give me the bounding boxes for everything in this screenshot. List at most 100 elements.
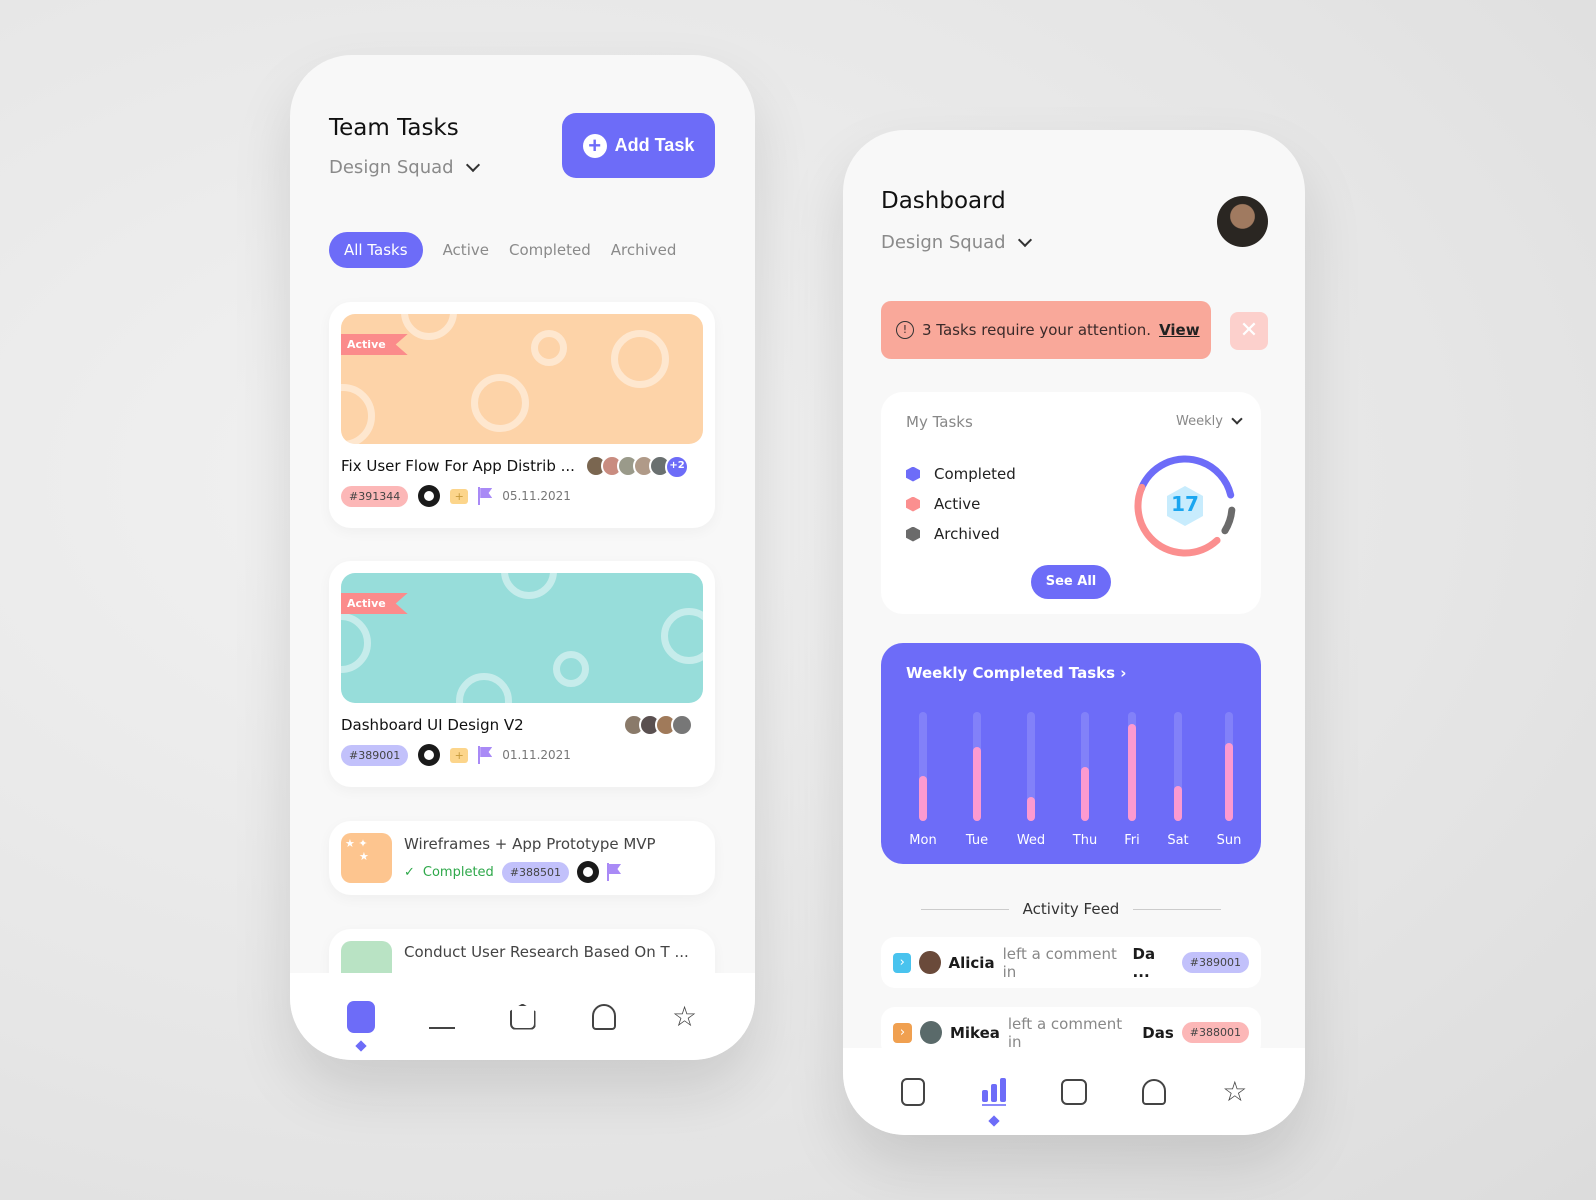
page-title: Team Tasks xyxy=(329,115,459,141)
bar-track-mon xyxy=(919,712,927,821)
tab-all-tasks[interactable]: All Tasks xyxy=(329,232,423,268)
feed-text: left a comment in xyxy=(1002,944,1117,981)
home-icon[interactable] xyxy=(506,1000,540,1034)
total-tasks: 17 xyxy=(1171,492,1199,516)
active-indicator xyxy=(354,1039,367,1052)
flag-icon[interactable] xyxy=(478,746,492,764)
day-label: Sat xyxy=(1167,833,1189,848)
active-indicator xyxy=(987,1114,1000,1127)
avatar xyxy=(919,951,941,974)
completed-status: Completed xyxy=(422,864,494,880)
team-name: Design Squad xyxy=(329,157,454,178)
task-card[interactable]: Active Fix User Flow For App Distrib ...… xyxy=(329,302,715,528)
tab-active[interactable]: Active xyxy=(443,241,489,259)
task-thumbnail: ★ ✦ ★ xyxy=(341,833,392,883)
star-icon[interactable]: ☆ xyxy=(1218,1075,1252,1109)
flag-icon[interactable] xyxy=(478,487,492,505)
chevron-down-icon xyxy=(1231,412,1243,425)
feed-text: left a comment in xyxy=(1007,1014,1123,1051)
github-icon[interactable] xyxy=(577,861,600,883)
weekly-title[interactable]: Weekly Completed Tasks › xyxy=(906,664,1126,682)
plus-icon: + xyxy=(582,133,607,158)
close-alert-button[interactable]: ✕ xyxy=(1230,312,1268,350)
check-icon: ✓ xyxy=(404,864,415,880)
bar-fill-sat xyxy=(1174,786,1182,821)
task-banner: Active xyxy=(341,573,703,703)
day-label: Sun xyxy=(1216,833,1242,848)
period-label: Weekly xyxy=(1176,414,1223,429)
task-title: Dashboard UI Design V2 xyxy=(341,716,524,734)
task-date: 01.11.2021 xyxy=(502,748,571,762)
flag-icon[interactable] xyxy=(607,863,621,881)
team-selector[interactable]: Design Squad xyxy=(329,157,480,178)
user-avatar[interactable] xyxy=(1217,196,1268,247)
folder-add-icon[interactable]: + xyxy=(450,747,469,763)
task-id-badge: #389001 xyxy=(1181,952,1250,973)
task-list-item[interactable]: ★ ✦ ★ Wireframes + App Prototype MVP ✓ C… xyxy=(329,821,715,895)
chart-icon[interactable] xyxy=(977,1075,1011,1127)
chart-icon[interactable] xyxy=(425,1000,459,1034)
team-tasks-screen: Team Tasks Design Squad + Add Task All Ta… xyxy=(290,55,755,1060)
task-banner: Active xyxy=(341,314,703,444)
status-ribbon: Active xyxy=(341,334,408,355)
day-label: Fri xyxy=(1124,833,1140,848)
task-date: 05.11.2021 xyxy=(502,489,571,503)
bar-track-wed xyxy=(1027,712,1035,821)
task-tabs: All Tasks Active Completed Archived xyxy=(329,232,676,268)
weekly-tasks-card[interactable]: Weekly Completed Tasks › Mon Tue Wed Thu Fri… xyxy=(881,643,1261,864)
tasks-icon[interactable] xyxy=(344,1000,378,1052)
home-icon[interactable] xyxy=(1057,1075,1091,1109)
attention-alert: ! 3 Tasks require your attention. View xyxy=(881,301,1211,359)
activity-feed-header: Activity Feed xyxy=(921,900,1221,918)
chevron-down-icon xyxy=(465,157,480,172)
bar-fill-tue xyxy=(973,746,981,821)
bar-track-fri xyxy=(1128,712,1136,821)
activity-title: Activity Feed xyxy=(1022,900,1120,918)
task-id-badge: #388001 xyxy=(1181,1022,1250,1043)
feed-target: Das xyxy=(1142,1023,1174,1042)
period-dropdown[interactable]: Weekly xyxy=(1176,412,1243,429)
folder-add-icon[interactable]: + xyxy=(450,488,469,504)
github-icon[interactable] xyxy=(418,485,441,507)
team-selector[interactable]: Design Squad xyxy=(881,232,1032,253)
dashboard-screen: Dashboard Design Squad ! 3 Tasks require… xyxy=(843,130,1305,1135)
legend-archived: Archived xyxy=(906,519,1016,549)
bar-track-thu xyxy=(1081,712,1089,821)
add-task-button[interactable]: + Add Task xyxy=(562,113,715,178)
extra-members-count: +2 xyxy=(665,455,689,479)
tasks-icon[interactable] xyxy=(896,1075,930,1109)
bar-fill-sun xyxy=(1225,742,1233,821)
view-link[interactable]: View xyxy=(1159,321,1200,339)
alert-text: 3 Tasks require your attention. xyxy=(922,321,1152,339)
task-meta: #389001 + 01.11.2021 xyxy=(341,744,571,766)
day-label: Mon xyxy=(909,833,937,848)
see-all-button[interactable]: See All xyxy=(1031,565,1111,599)
day-label: Tue xyxy=(965,833,989,848)
bar-track-tue xyxy=(973,712,981,821)
tab-archived[interactable]: Archived xyxy=(611,241,677,259)
add-task-label: Add Task xyxy=(614,135,695,155)
feed-user: Alicia xyxy=(948,953,995,972)
github-icon[interactable] xyxy=(418,744,441,766)
task-meta: #391344 + 05.11.2021 xyxy=(341,485,571,507)
bell-icon[interactable] xyxy=(1137,1075,1171,1109)
feed-user: Mikea xyxy=(949,1023,1000,1042)
star-icon[interactable]: ☆ xyxy=(668,1000,702,1034)
task-card[interactable]: Active Dashboard UI Design V2 #389001 + … xyxy=(329,561,715,787)
team-name: Design Squad xyxy=(881,232,1006,253)
chevron-down-icon xyxy=(1017,232,1032,247)
bottom-nav: ☆ xyxy=(290,973,755,1060)
feed-item[interactable]: › Alicia left a comment in Da ... #38900… xyxy=(881,937,1261,988)
member-avatars[interactable] xyxy=(623,714,693,736)
bell-icon[interactable] xyxy=(587,1000,621,1034)
bottom-nav: ☆ xyxy=(843,1048,1305,1135)
tab-completed[interactable]: Completed xyxy=(509,241,591,259)
member-avatars[interactable]: +2 xyxy=(585,455,689,479)
task-title: Wireframes + App Prototype MVP xyxy=(404,835,656,853)
avatar xyxy=(920,1021,942,1044)
bar-track-sat xyxy=(1174,712,1182,821)
day-label: Wed xyxy=(1016,833,1046,848)
task-title: Conduct User Research Based On T ... xyxy=(404,943,689,961)
page-title: Dashboard xyxy=(881,188,1006,214)
task-id-badge: #388501 xyxy=(501,861,570,883)
